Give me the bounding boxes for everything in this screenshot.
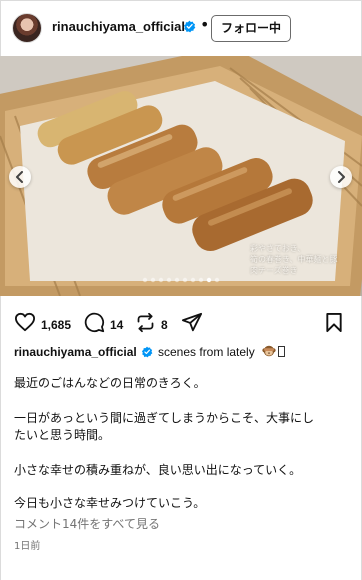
separator-dot: • bbox=[200, 15, 210, 34]
caption-username[interactable]: rinauchiyama_official bbox=[14, 345, 137, 359]
repost-count[interactable]: 8 bbox=[161, 318, 168, 332]
caption-line: たいと思う時間。 bbox=[14, 428, 111, 442]
header-username[interactable]: rinauchiyama_official bbox=[52, 19, 185, 34]
post-header: rinauchiyama_official • フォロー中 bbox=[0, 0, 362, 56]
carousel-dot bbox=[214, 277, 220, 283]
carousel-dot bbox=[150, 277, 156, 283]
verified-badge-icon bbox=[183, 20, 196, 33]
caption-line: 最近のごはんなどの日常のきろく。 bbox=[14, 376, 206, 390]
carousel-dot bbox=[190, 277, 196, 283]
verified-badge-icon bbox=[141, 346, 153, 358]
bookmark-icon[interactable] bbox=[325, 312, 343, 333]
following-button[interactable]: フォロー中 bbox=[211, 15, 291, 42]
post-timestamp[interactable]: 1日前 bbox=[14, 537, 40, 552]
heart-icon[interactable] bbox=[14, 312, 36, 332]
carousel-dot bbox=[198, 277, 204, 283]
caption-lead-text: scenes from lately bbox=[158, 345, 255, 359]
comment-count[interactable]: 14 bbox=[110, 318, 123, 332]
overlay-line: 肉チーズ巻き bbox=[250, 266, 298, 275]
caption-line: 今日も小さな幸せみつけていこう。 bbox=[14, 496, 206, 510]
comment-icon[interactable] bbox=[84, 312, 105, 333]
carousel-dot bbox=[142, 277, 148, 283]
carousel-indicator bbox=[142, 277, 220, 283]
chevron-right-icon bbox=[338, 171, 345, 183]
view-all-comments-link[interactable]: コメント14件をすべて見る bbox=[14, 515, 160, 532]
carousel-prev-button[interactable] bbox=[9, 166, 31, 188]
unsupported-glyph-box bbox=[278, 346, 285, 357]
caption-line: 一日があっという間に過ぎてしまうからこそ、大事にし bbox=[14, 411, 315, 425]
repost-icon[interactable] bbox=[135, 312, 156, 333]
carousel-next-button[interactable] bbox=[330, 166, 352, 188]
carousel-dot bbox=[182, 277, 188, 283]
overlay-line: 彩やさておき、 bbox=[250, 244, 306, 253]
carousel-dot-active bbox=[206, 277, 212, 283]
carousel-dot bbox=[174, 277, 180, 283]
overlay-line: 筍の春巻き、中華麺と豚 bbox=[250, 255, 338, 264]
like-count[interactable]: 1,685 bbox=[41, 318, 71, 332]
carousel-dot bbox=[158, 277, 164, 283]
avatar[interactable] bbox=[12, 13, 42, 43]
caption-line: 小さな幸せの積み重ねが、良い思い出になっていく。 bbox=[14, 463, 302, 477]
monkey-emoji-icon bbox=[262, 345, 276, 357]
share-icon[interactable] bbox=[181, 312, 203, 333]
photo-text-overlay: 彩やさておき、 筍の春巻き、中華麺と豚 肉チーズ巻き bbox=[250, 243, 348, 276]
carousel-dot bbox=[166, 277, 172, 283]
chevron-left-icon bbox=[16, 171, 23, 183]
